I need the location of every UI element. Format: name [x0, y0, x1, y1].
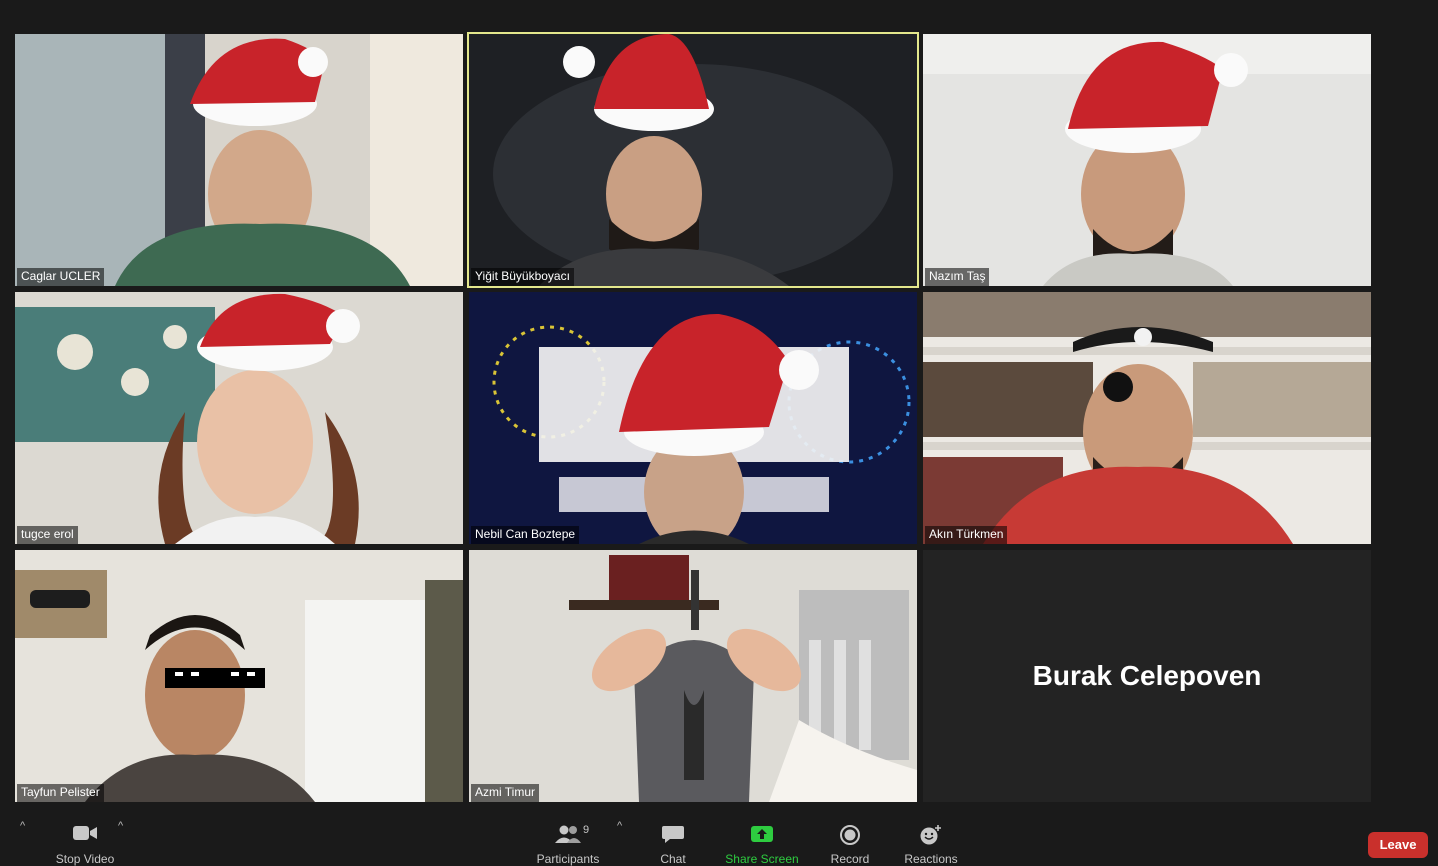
share-screen-button[interactable]: Share Screen	[722, 824, 802, 866]
video-feed	[15, 550, 463, 802]
chat-button[interactable]: Chat	[648, 824, 698, 866]
video-feed	[469, 292, 917, 544]
share-screen-label: Share Screen	[725, 852, 799, 866]
participant-display-name: Burak Celepoven	[1032, 660, 1262, 691]
video-camera-icon	[73, 826, 97, 840]
video-feed	[469, 550, 917, 802]
participants-button[interactable]: 9 Participants	[533, 824, 603, 866]
participant-name: Akın Türkmen	[925, 526, 1008, 544]
chat-label: Chat	[660, 852, 686, 866]
participant-name: tugce erol	[17, 526, 78, 544]
video-tile-6[interactable]: Akın Türkmen	[923, 292, 1371, 544]
participant-name: Yiğit Büyükboyacı	[471, 268, 574, 286]
video-feed	[15, 34, 463, 286]
participant-name: Nazım Taş	[925, 268, 990, 286]
participants-icon	[555, 825, 581, 843]
participants-options-caret[interactable]: ^	[617, 820, 622, 832]
share-screen-icon	[751, 826, 773, 842]
record-icon	[840, 825, 860, 845]
meeting-toolbar	[0, 810, 1438, 865]
participant-name: Tayfun Pelister	[17, 784, 104, 802]
audio-options-caret[interactable]: ^	[20, 820, 25, 832]
participant-name: Caglar UCLER	[17, 268, 105, 286]
stop-video-button[interactable]: Stop Video	[50, 824, 120, 866]
record-label: Record	[830, 852, 870, 866]
record-button[interactable]: Record	[825, 824, 875, 866]
video-tile-9-no-video[interactable]: Burak Celepoven	[923, 550, 1371, 802]
video-feed	[469, 34, 917, 286]
video-tile-1[interactable]: Caglar UCLER	[15, 34, 463, 286]
participants-count: 9	[583, 824, 590, 836]
stop-video-label: Stop Video	[55, 852, 115, 866]
leave-button[interactable]: Leave	[1368, 832, 1428, 858]
video-feed	[923, 34, 1371, 286]
participants-label: Participants	[536, 852, 600, 866]
participant-name: Azmi Timur	[471, 784, 539, 802]
video-feed	[15, 292, 463, 544]
video-options-caret[interactable]: ^	[118, 820, 123, 832]
participant-name: Nebil Can Boztepe	[471, 526, 580, 544]
video-feed	[923, 292, 1371, 544]
chat-icon	[662, 826, 684, 843]
reactions-label: Reactions	[904, 852, 958, 866]
reactions-button[interactable]: Reactions	[900, 824, 962, 866]
video-grid: Caglar UCLER Yiğit Büyükboyacı Nazım Taş	[0, 0, 1438, 810]
video-tile-2[interactable]: Yiğit Büyükboyacı	[467, 32, 919, 288]
reactions-smiley-icon	[920, 825, 941, 845]
video-tile-3[interactable]: Nazım Taş	[923, 34, 1371, 286]
video-tile-4[interactable]: tugce erol	[15, 292, 463, 544]
video-tile-7[interactable]: Tayfun Pelister	[15, 550, 463, 802]
video-tile-8[interactable]: Azmi Timur	[469, 550, 917, 802]
video-tile-5[interactable]: Nebil Can Boztepe	[469, 292, 917, 544]
